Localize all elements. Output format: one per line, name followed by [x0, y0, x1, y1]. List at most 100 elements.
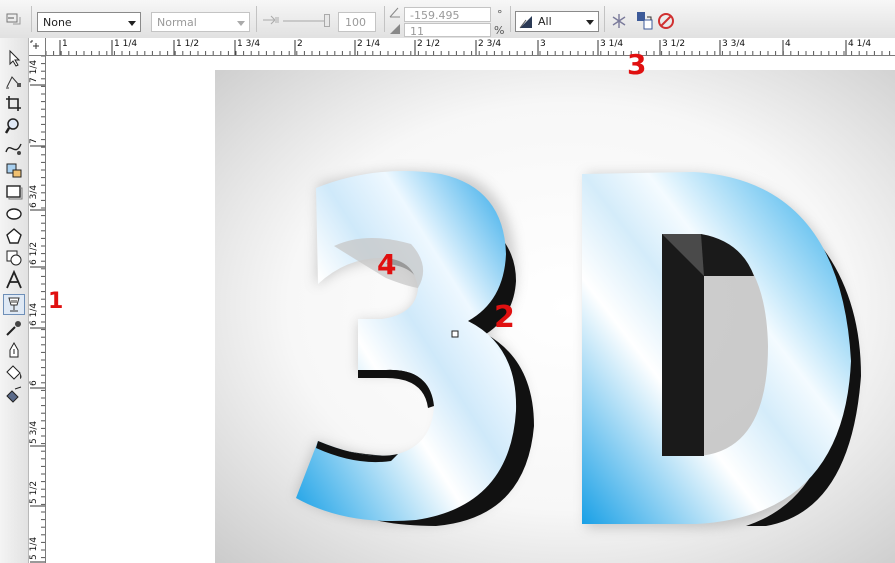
- property-bar: None Normal 100 -159.495 11 ° % All: [0, 0, 895, 39]
- chevron-down-icon: [128, 21, 136, 26]
- ruler-label: 2 1/4: [357, 39, 381, 49]
- ruler-label: 6 3/4: [29, 184, 39, 208]
- ruler-label: 4 1/4: [848, 39, 872, 49]
- transparency-mode-select[interactable]: Normal: [151, 12, 250, 32]
- magnifier-icon: [4, 118, 19, 134]
- basic-shapes-tool[interactable]: [3, 248, 25, 269]
- ruler-label: 1 3/4: [237, 39, 261, 49]
- freehand-tool[interactable]: [3, 138, 25, 159]
- ruler-origin-icon: [30, 40, 39, 49]
- interactive-fill-icon: [6, 386, 22, 403]
- apply-to-select[interactable]: All: [515, 11, 599, 32]
- annotation-mark-4: 4: [377, 248, 397, 281]
- interactive-fill-tool[interactable]: [3, 384, 25, 405]
- shape-edit-icon: [6, 76, 21, 89]
- ruler-label: 3: [540, 39, 546, 49]
- outline-select-value: None: [43, 16, 72, 29]
- fill-tool[interactable]: [3, 362, 25, 383]
- artwork: [215, 70, 895, 563]
- pointer-icon: [9, 49, 21, 67]
- polygon-icon: [6, 228, 22, 244]
- angle-field[interactable]: -159.495: [404, 7, 491, 22]
- opacity-icon: [262, 14, 280, 26]
- angle-icon: [388, 5, 402, 19]
- edge-pad-value: 11: [410, 25, 424, 38]
- transparency-handle[interactable]: [451, 330, 459, 338]
- ruler-label: 3 1/4: [600, 39, 624, 49]
- annotation-mark-3: 3: [627, 48, 647, 81]
- ruler-label: 6: [29, 380, 39, 386]
- transparency-mode-value: Normal: [157, 16, 197, 29]
- annotation-mark-2: 2: [494, 300, 515, 335]
- polygon-tool[interactable]: [3, 226, 25, 247]
- horizontal-ruler[interactable]: 1 1 1/4 1 1/2 1 3/4 2 2 1/4 2 1/2 2 3/4 3 3 1/4 3 …: [46, 38, 895, 56]
- edge-pad-field[interactable]: 11: [404, 23, 491, 38]
- toolbox: [0, 38, 29, 563]
- curve-icon: [5, 143, 22, 155]
- ellipse-icon: [6, 208, 22, 220]
- eyedropper-icon: [6, 321, 21, 336]
- horizontal-ruler-ticks: [46, 40, 891, 55]
- opacity-slider[interactable]: [283, 14, 331, 28]
- clear-icon: [658, 13, 674, 29]
- property-bar-grip-icon: [4, 10, 26, 28]
- ruler-label: 3 1/2: [662, 39, 686, 49]
- ruler-label: 7: [29, 138, 39, 144]
- copy-transparency-button[interactable]: [636, 11, 654, 31]
- interactive-transparency-tool[interactable]: [3, 294, 25, 315]
- fill-target-icon: [519, 16, 532, 29]
- rectangle-icon: [6, 185, 23, 200]
- ruler-label: 3 3/4: [722, 39, 746, 49]
- ruler-label: 4: [785, 39, 791, 49]
- ruler-label: 5 1/2: [29, 480, 39, 504]
- vertical-ruler[interactable]: 7 1/4 7 6 3/4 6 1/2 6 1/4 6 5 3/4 5 1/2 5 1/4: [28, 56, 46, 563]
- chevron-down-icon: [237, 21, 245, 26]
- separator: [510, 6, 511, 32]
- drawing-canvas[interactable]: [46, 56, 895, 563]
- outline-select[interactable]: None: [37, 12, 141, 32]
- separator: [31, 6, 32, 32]
- ruler-label: 5 1/4: [29, 536, 39, 560]
- angle-value: -159.495: [410, 9, 460, 22]
- crop-tool[interactable]: [3, 94, 25, 115]
- ruler-label: 1 1/4: [114, 39, 138, 49]
- shape-tool[interactable]: [3, 71, 25, 92]
- snowflake-icon: [612, 14, 626, 28]
- copy-properties-icon: [637, 12, 653, 30]
- chevron-down-icon: [586, 20, 594, 25]
- opacity-field[interactable]: 100: [338, 12, 376, 32]
- edge-pad-unit: %: [494, 24, 505, 37]
- ruler-label: 7 1/4: [29, 59, 39, 83]
- transparency-glass-icon: [8, 297, 20, 312]
- ruler-label: 2: [297, 39, 303, 49]
- smart-fill-tool[interactable]: [3, 160, 25, 181]
- smart-fill-icon: [6, 163, 22, 178]
- clear-transparency-button[interactable]: [657, 12, 675, 30]
- paint-bucket-icon: [6, 365, 22, 380]
- ellipse-tool[interactable]: [3, 204, 25, 225]
- separator: [384, 6, 385, 32]
- outline-tool[interactable]: [3, 340, 25, 361]
- ruler-label: 2 3/4: [478, 39, 502, 49]
- annotation-mark-1: 1: [48, 289, 64, 314]
- ruler-origin[interactable]: [28, 38, 46, 56]
- crop-icon: [6, 96, 21, 111]
- freeze-transparency-button[interactable]: [610, 12, 628, 30]
- ruler-label: 6 1/2: [29, 241, 39, 265]
- zoom-tool[interactable]: [3, 116, 25, 137]
- rectangle-tool[interactable]: [3, 182, 25, 203]
- ruler-label: 1: [62, 39, 68, 49]
- angle-unit: °: [497, 8, 503, 21]
- opacity-slider-thumb[interactable]: [324, 14, 330, 27]
- pen-nib-icon: [9, 341, 19, 358]
- separator: [604, 6, 605, 32]
- apply-to-value: All: [538, 15, 552, 28]
- ruler-label: 1 1/2: [176, 39, 200, 49]
- opacity-value: 100: [345, 16, 366, 29]
- eyedropper-tool[interactable]: [3, 318, 25, 339]
- text-tool[interactable]: [3, 269, 25, 291]
- separator: [256, 6, 257, 32]
- pick-tool[interactable]: [3, 48, 25, 69]
- text-icon: [6, 269, 22, 289]
- edge-pad-icon: [388, 22, 402, 36]
